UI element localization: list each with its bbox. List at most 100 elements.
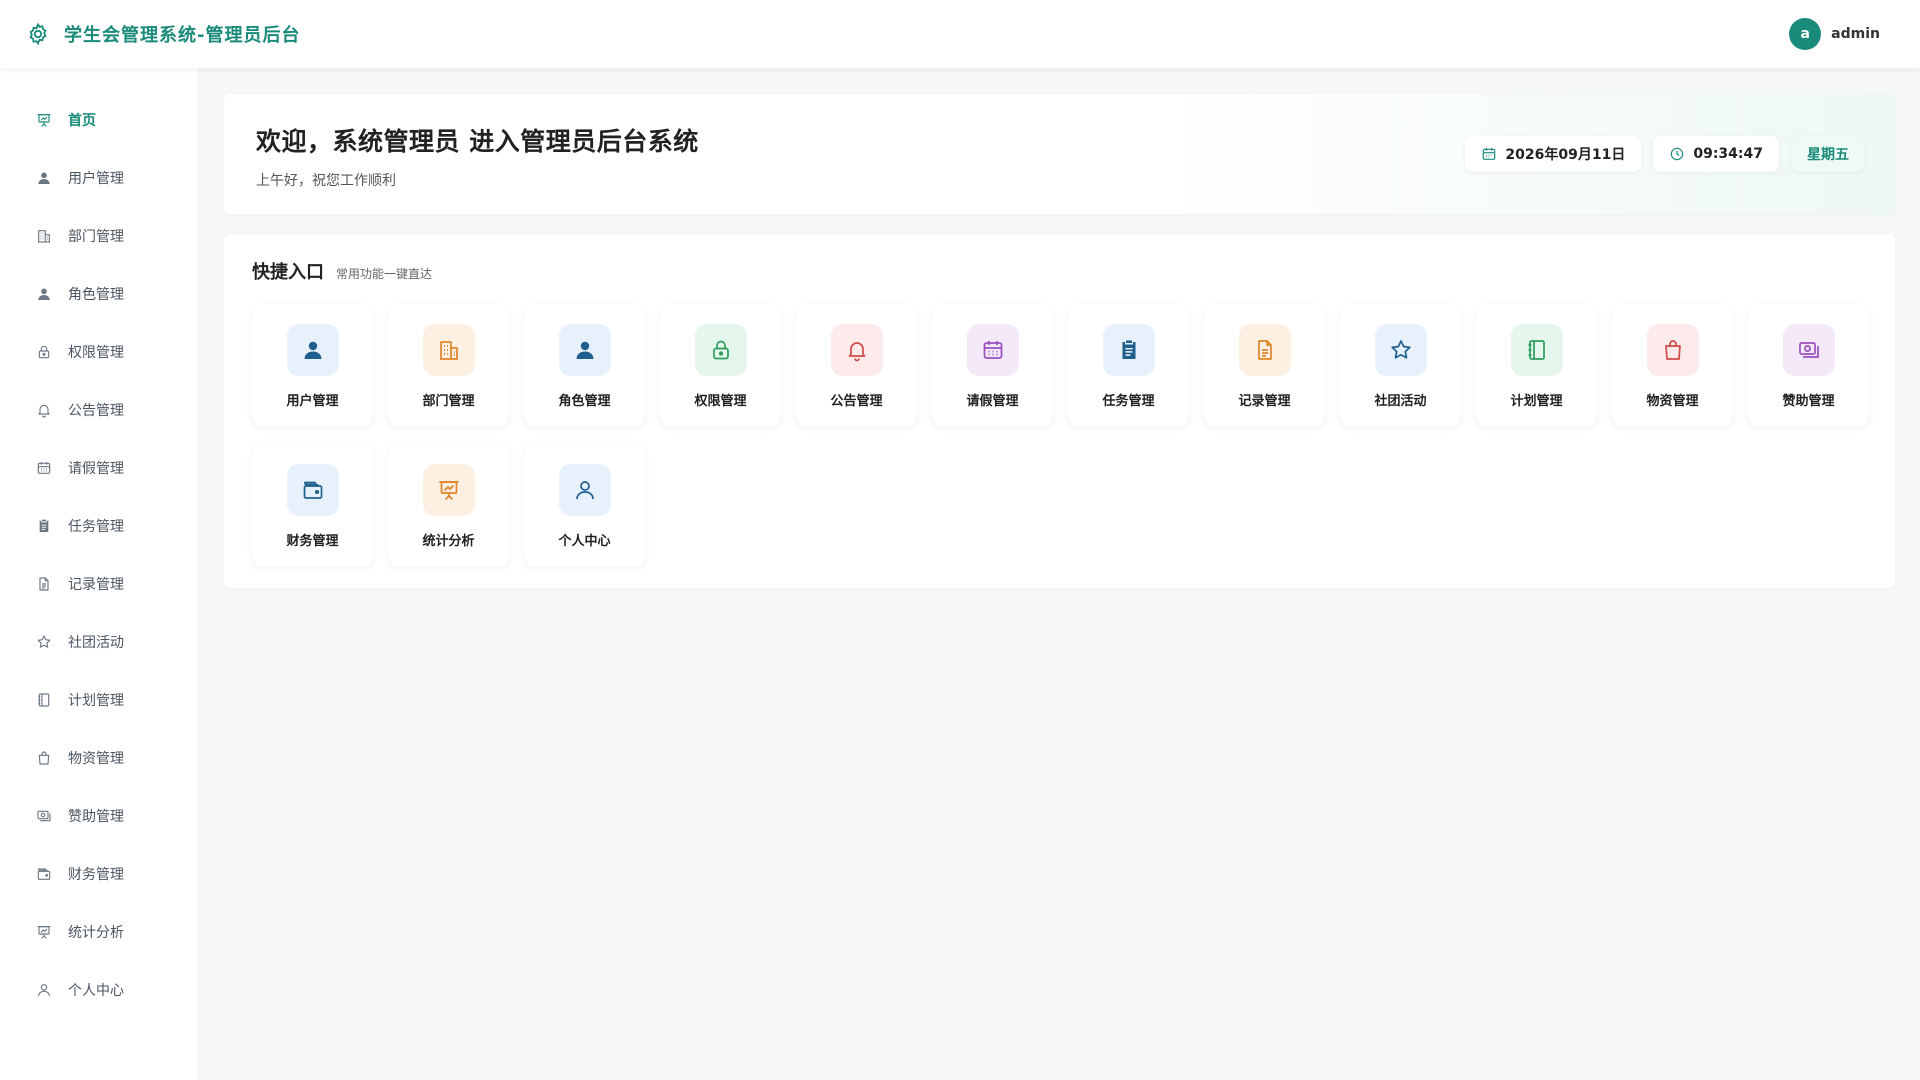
building-icon	[36, 228, 52, 244]
sidebar-item-5[interactable]: 公告管理	[0, 381, 198, 439]
username[interactable]: admin	[1831, 26, 1880, 42]
sidebar-item-9[interactable]: 社团活动	[0, 613, 198, 671]
quick-entry-label: 公告管理	[830, 394, 883, 409]
sidebar-item-3[interactable]: 角色管理	[0, 265, 198, 323]
sidebar-item-14[interactable]: 统计分析	[0, 903, 198, 961]
user-outline-icon	[36, 982, 52, 998]
sidebar-item-label: 公告管理	[68, 403, 124, 419]
sidebar: 首页用户管理部门管理角色管理权限管理公告管理请假管理任务管理记录管理社团活动计划…	[0, 68, 199, 1080]
date-text: 2026年09月11日	[1505, 147, 1626, 163]
quick-entry-tile[interactable]: 赞助管理	[1748, 304, 1869, 426]
quick-entry-tile[interactable]: 任务管理	[1068, 304, 1189, 426]
sidebar-item-label: 任务管理	[68, 519, 124, 535]
quick-entry-label: 用户管理	[286, 394, 339, 409]
quick-entry-label: 权限管理	[694, 394, 747, 409]
quick-entry-label: 财务管理	[286, 534, 339, 549]
quick-entry-tile[interactable]: 社团活动	[1340, 304, 1461, 426]
quick-entry-label: 部门管理	[422, 394, 475, 409]
quick-entry-tile[interactable]: 个人中心	[524, 444, 645, 566]
sidebar-item-15[interactable]: 个人中心	[0, 961, 198, 1019]
quick-entry-tile[interactable]: 请假管理	[932, 304, 1053, 426]
star-icon	[1374, 324, 1427, 376]
clock-icon	[1669, 146, 1685, 162]
datetime-chips: 2026年09月11日 09:34:47 星期五	[1465, 136, 1865, 172]
sidebar-item-4[interactable]: 权限管理	[0, 323, 198, 381]
sidebar-item-label: 权限管理	[68, 345, 124, 361]
money-icon	[1782, 324, 1835, 376]
shopping-bag-icon	[36, 750, 52, 766]
bell-icon	[830, 324, 883, 376]
avatar[interactable]: a	[1789, 18, 1822, 50]
quick-entry-panel: 快捷入口 常用功能一键直达 用户管理 部门管理 角色管理 权限管理 公告管理 请假管理 任务…	[224, 234, 1895, 588]
presentation-chart-icon	[422, 464, 475, 516]
sidebar-item-label: 个人中心	[68, 983, 124, 999]
user-icon	[36, 286, 52, 302]
gear-icon	[26, 22, 50, 46]
quick-entry-label: 记录管理	[1238, 394, 1291, 409]
quick-entry-tile[interactable]: 用户管理	[252, 304, 373, 426]
sidebar-item-label: 记录管理	[68, 577, 124, 593]
sidebar-item-6[interactable]: 请假管理	[0, 439, 198, 497]
sidebar-item-1[interactable]: 用户管理	[0, 149, 198, 207]
sidebar-item-10[interactable]: 计划管理	[0, 671, 198, 729]
quick-entry-subtitle: 常用功能一键直达	[336, 267, 433, 281]
quick-entry-tile[interactable]: 计划管理	[1476, 304, 1597, 426]
user-menu[interactable]: a admin	[1789, 18, 1880, 50]
building-icon	[422, 324, 475, 376]
calendar-icon	[966, 324, 1019, 376]
user-outline-icon	[558, 464, 611, 516]
quick-entry-label: 赞助管理	[1782, 394, 1835, 409]
quick-entry-tile[interactable]: 财务管理	[252, 444, 373, 566]
quick-entry-tile[interactable]: 物资管理	[1612, 304, 1733, 426]
time-chip: 09:34:47	[1653, 136, 1779, 172]
sidebar-item-11[interactable]: 物资管理	[0, 729, 198, 787]
calendar-icon	[1481, 146, 1497, 162]
welcome-banner: 欢迎，系统管理员 进入管理员后台系统 上午好，祝您工作顺利 2026年09月11…	[224, 94, 1895, 214]
user-icon	[286, 324, 339, 376]
sidebar-item-label: 计划管理	[68, 693, 124, 709]
shopping-bag-icon	[1646, 324, 1699, 376]
quick-entry-tile[interactable]: 角色管理	[524, 304, 645, 426]
quick-entry-tile[interactable]: 部门管理	[388, 304, 509, 426]
welcome-subtitle: 上午好，祝您工作顺利	[256, 173, 396, 189]
sidebar-item-label: 部门管理	[68, 229, 124, 245]
sidebar-item-label: 首页	[68, 113, 96, 129]
user-icon	[36, 170, 52, 186]
sidebar-item-8[interactable]: 记录管理	[0, 555, 198, 613]
sidebar-item-label: 物资管理	[68, 751, 124, 767]
sidebar-item-label: 财务管理	[68, 867, 124, 883]
quick-entry-label: 物资管理	[1646, 394, 1699, 409]
sidebar-item-7[interactable]: 任务管理	[0, 497, 198, 555]
quick-entry-tile[interactable]: 公告管理	[796, 304, 917, 426]
quick-entry-grid: 用户管理 部门管理 角色管理 权限管理 公告管理 请假管理 任务管理 记录管理 社团活动 计划管理…	[252, 304, 1869, 566]
wallet-icon	[286, 464, 339, 516]
date-chip: 2026年09月11日	[1465, 136, 1642, 172]
sidebar-item-13[interactable]: 财务管理	[0, 845, 198, 903]
sidebar-item-12[interactable]: 赞助管理	[0, 787, 198, 845]
calendar-icon	[36, 460, 52, 476]
time-text: 09:34:47	[1693, 146, 1763, 162]
quick-entry-header: 快捷入口 常用功能一键直达	[252, 258, 1867, 284]
quick-entry-label: 任务管理	[1102, 394, 1155, 409]
sidebar-item-2[interactable]: 部门管理	[0, 207, 198, 265]
quick-entry-title: 快捷入口	[252, 262, 324, 283]
sidebar-item-0[interactable]: 首页	[0, 91, 198, 149]
document-icon	[36, 576, 52, 592]
notebook-icon	[1510, 324, 1563, 376]
quick-entry-label: 请假管理	[966, 394, 1019, 409]
quick-entry-label: 统计分析	[422, 534, 475, 549]
weekday-text: 星期五	[1807, 147, 1849, 163]
sidebar-item-label: 赞助管理	[68, 809, 124, 825]
quick-entry-label: 角色管理	[558, 394, 611, 409]
top-header: 学生会管理系统-管理员后台 a admin	[0, 0, 1920, 68]
quick-entry-tile[interactable]: 权限管理	[660, 304, 781, 426]
quick-entry-tile[interactable]: 记录管理	[1204, 304, 1325, 426]
wallet-icon	[36, 866, 52, 882]
quick-entry-label: 社团活动	[1374, 394, 1427, 409]
star-icon	[36, 634, 52, 650]
quick-entry-label: 计划管理	[1510, 394, 1563, 409]
sidebar-item-label: 统计分析	[68, 925, 124, 941]
quick-entry-tile[interactable]: 统计分析	[388, 444, 509, 566]
presentation-chart-icon	[36, 112, 52, 128]
brand: 学生会管理系统-管理员后台	[26, 21, 300, 47]
